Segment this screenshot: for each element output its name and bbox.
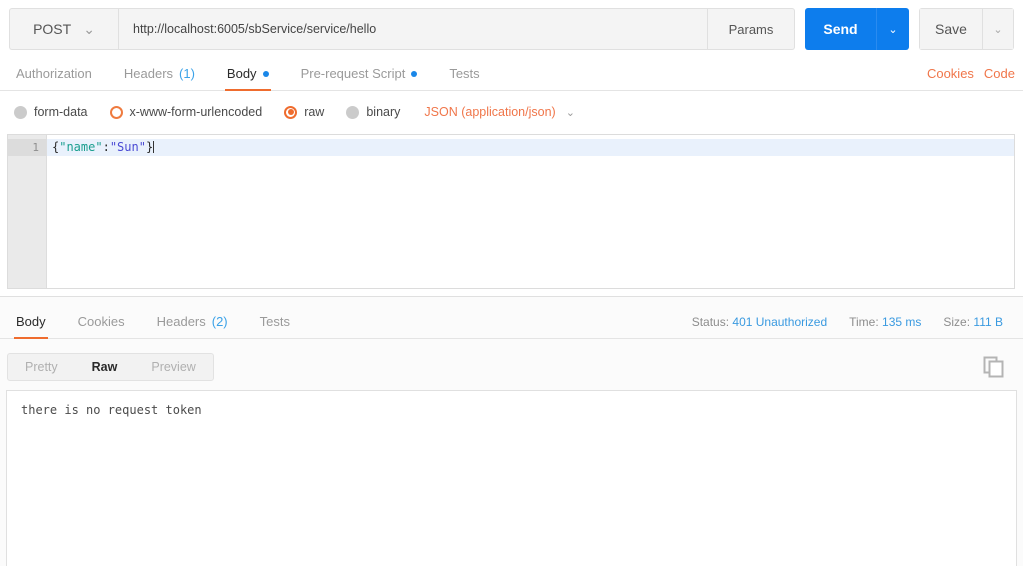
time-value: 135 ms (882, 315, 922, 329)
body-type-binary[interactable]: binary (346, 105, 400, 119)
size-label: Size: (943, 315, 971, 329)
cookies-link[interactable]: Cookies (927, 66, 974, 81)
response-tab-tests[interactable]: Tests (244, 314, 306, 338)
status-label: Status: (691, 315, 730, 329)
editor-code-area[interactable]: {"name":"Sun"} (47, 135, 1014, 288)
text-cursor (153, 141, 155, 153)
view-mode-raw[interactable]: Raw (75, 354, 135, 380)
tab-body[interactable]: Body (211, 66, 285, 91)
params-button[interactable]: Params (708, 8, 795, 50)
response-view-toolbar: Pretty Raw Preview (7, 352, 214, 382)
response-status-meta: Status: 401 Unauthorized Time: 135 ms Si… (692, 315, 1023, 338)
view-mode-preview[interactable]: Preview (134, 354, 212, 380)
radio-hover-icon (109, 105, 123, 119)
tab-body-label: Body (226, 66, 257, 81)
send-options-chevron-down-icon[interactable]: ⌄ (876, 8, 909, 50)
send-button[interactable]: Send (805, 8, 876, 50)
code-link[interactable]: Code (984, 66, 1015, 81)
size-badge: Size: 111 B (943, 315, 1003, 329)
body-type-x-www-form-urlencoded-label: x-www-form-urlencoded (129, 105, 263, 119)
time-label: Time: (849, 315, 879, 329)
body-type-selector: form-data x-www-form-urlencoded raw bina… (0, 98, 575, 126)
json-token-value: "Sun" (109, 140, 146, 154)
body-type-binary-label: binary (366, 105, 401, 119)
status-value: 401 Unauthorized (732, 315, 828, 329)
response-tab-headers-count: (2) (211, 314, 228, 329)
response-tab-body[interactable]: Body (0, 314, 62, 339)
request-tabs-actions: Cookies Code (927, 66, 1023, 90)
response-tab-body-label: Body (16, 314, 46, 329)
json-token-key: "name" (59, 140, 103, 154)
save-button-group: Save ⌄ (919, 8, 1014, 50)
http-method-label: POST (33, 21, 72, 37)
chevron-down-icon: ⌄ (83, 20, 95, 37)
tab-headers[interactable]: Headers (1) (108, 66, 211, 90)
body-type-form-data-label: form-data (34, 105, 88, 119)
send-button-group: Send ⌄ (805, 8, 909, 50)
editor-line-number-gutter: 1 (8, 135, 47, 288)
tab-headers-label: Headers (123, 66, 174, 81)
radio-off-icon (346, 105, 360, 119)
body-language-select[interactable]: JSON (application/json) ⌄ (424, 105, 575, 119)
editor-line-number: 1 (8, 139, 46, 156)
tab-pre-request-script-status-dot-icon (411, 70, 418, 77)
chevron-down-icon: ⌄ (565, 106, 575, 119)
request-url-value: http://localhost:6005/sbService/service/… (133, 22, 377, 36)
request-tabs: Authorization Headers (1) Body Pre-reque… (0, 58, 1023, 91)
response-body-content[interactable]: there is no request token (6, 390, 1017, 566)
tab-pre-request-script-label: Pre-request Script (300, 66, 406, 81)
body-type-raw-label: raw (304, 105, 325, 119)
request-url-input[interactable]: http://localhost:6005/sbService/service/… (118, 8, 708, 50)
response-tab-headers[interactable]: Headers (2) (141, 314, 244, 338)
response-tab-tests-label: Tests (259, 314, 290, 329)
response-view-mode-group: Pretty Raw Preview (7, 353, 214, 381)
size-value: 111 B (973, 315, 1003, 329)
tab-tests-label: Tests (449, 66, 480, 81)
copy-icon[interactable] (983, 356, 1005, 381)
status-badge: Status: 401 Unauthorized (692, 315, 827, 329)
body-language-label: JSON (application/json) (424, 105, 556, 119)
json-token-close-brace: } (145, 140, 154, 154)
radio-off-icon (14, 105, 27, 119)
tab-headers-count: (1) (179, 66, 195, 81)
radio-checked-icon (284, 105, 298, 119)
body-type-x-www-form-urlencoded[interactable]: x-www-form-urlencoded (109, 105, 263, 119)
tab-tests[interactable]: Tests (433, 66, 495, 90)
response-tab-headers-label: Headers (156, 314, 206, 329)
time-badge: Time: 135 ms (849, 315, 921, 329)
view-mode-pretty[interactable]: Pretty (8, 354, 75, 380)
tab-authorization-label: Authorization (16, 66, 92, 81)
http-method-select[interactable]: POST ⌄ (9, 8, 118, 50)
tab-authorization[interactable]: Authorization (0, 66, 108, 90)
body-type-raw[interactable]: raw (284, 105, 324, 119)
json-token-colon: : (102, 140, 110, 154)
save-options-chevron-down-icon[interactable]: ⌄ (982, 8, 1014, 50)
request-body-editor[interactable]: 1 {"name":"Sun"} (7, 134, 1015, 289)
response-tabs: Body Cookies Headers (2) Tests Status: 4… (0, 305, 1023, 339)
response-tab-cookies-label: Cookies (77, 314, 125, 329)
tab-pre-request-script[interactable]: Pre-request Script (285, 66, 434, 90)
save-button[interactable]: Save (919, 8, 982, 50)
body-type-form-data[interactable]: form-data (14, 105, 88, 119)
tab-body-status-dot-icon (262, 70, 269, 77)
request-url-bar: POST ⌄ http://localhost:6005/sbService/s… (9, 8, 1014, 50)
response-tab-cookies[interactable]: Cookies (62, 314, 141, 338)
editor-line-1: {"name":"Sun"} (47, 139, 1014, 156)
